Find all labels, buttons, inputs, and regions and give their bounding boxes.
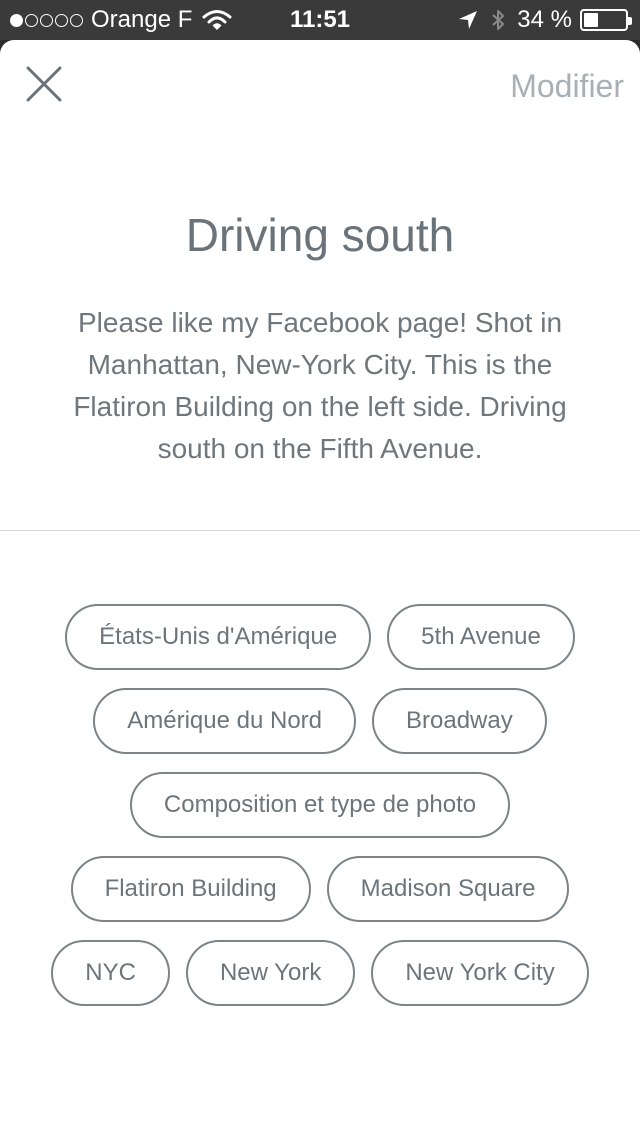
- photo-title: Driving south: [185, 209, 455, 261]
- tag-chip[interactable]: États-Unis d'Amérique: [65, 604, 372, 670]
- battery-percentage: 34 %: [517, 6, 572, 33]
- tag-chip[interactable]: Amérique du Nord: [93, 688, 357, 754]
- carrier-name: Orange F: [91, 6, 193, 33]
- close-button[interactable]: [22, 62, 66, 106]
- tag-chip[interactable]: Madison Square: [326, 856, 570, 922]
- tag-chip[interactable]: Broadway: [372, 688, 547, 754]
- photo-description: Please like my Facebook page! Shot in Ma…: [73, 307, 567, 464]
- tag-chip[interactable]: Composition et type de photo: [129, 772, 511, 838]
- divider: [0, 530, 640, 531]
- status-bar: Orange F 11:51 34 %: [0, 0, 640, 40]
- signal-strength-icon: [10, 13, 83, 27]
- edit-button[interactable]: Modifier: [510, 68, 624, 105]
- battery-level: [584, 13, 598, 27]
- wifi-icon: [202, 10, 232, 30]
- tag-chip[interactable]: Flatiron Building: [70, 856, 311, 922]
- photo-info-sheet: Modifier Driving south Please like my Fa…: [0, 40, 640, 1136]
- tag-chip[interactable]: New York: [185, 940, 356, 1006]
- location-arrow-icon: [459, 11, 478, 29]
- tag-chip[interactable]: 5th Avenue: [387, 604, 575, 670]
- status-bar-left: Orange F: [10, 6, 232, 34]
- close-icon: [26, 66, 62, 102]
- tag-chip[interactable]: New York City: [371, 940, 589, 1006]
- tag-chip[interactable]: NYC: [51, 940, 170, 1006]
- bluetooth-icon: [492, 10, 505, 30]
- status-bar-right: 34 %: [457, 6, 632, 34]
- battery-icon: [580, 9, 632, 31]
- tag-list: États-Unis d'Amérique 5th Avenue Amériqu…: [40, 604, 600, 1006]
